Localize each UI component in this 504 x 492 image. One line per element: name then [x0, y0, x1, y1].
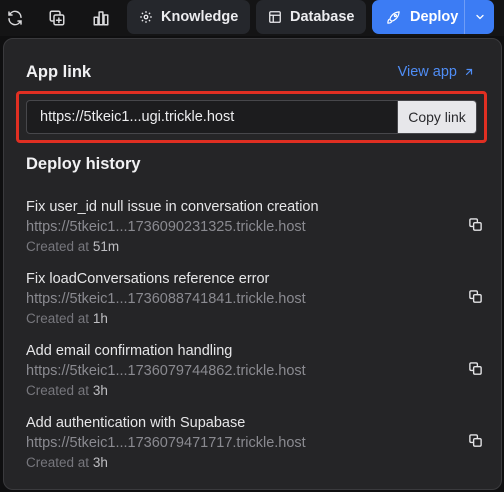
- deploy-url[interactable]: https://5tkeic1...1736090231325.trickle.…: [26, 219, 306, 235]
- top-toolbar: Knowledge Database Deploy: [0, 0, 504, 36]
- knowledge-label: Knowledge: [161, 9, 239, 25]
- view-app-label: View app: [397, 64, 457, 80]
- deploy-time: Created at 1h: [26, 311, 108, 326]
- analytics-icon[interactable]: [86, 3, 116, 33]
- refresh-icon[interactable]: [0, 3, 30, 33]
- add-copy-icon[interactable]: [42, 3, 72, 33]
- deploy-panel: App link View app https://5tkeic1...ugi.…: [3, 38, 502, 490]
- copy-icon[interactable]: [466, 287, 484, 305]
- deploy-title: Add email confirmation handling: [26, 343, 233, 359]
- copy-link-button[interactable]: Copy link: [397, 101, 476, 133]
- deploy-title: Fix user_id null issue in conversation c…: [26, 199, 319, 215]
- deploy-history-item: Fix user_id null issue in conversation c…: [26, 199, 486, 263]
- app-link-field[interactable]: https://5tkeic1...ugi.trickle.host Copy …: [26, 100, 477, 134]
- copy-icon[interactable]: [466, 431, 484, 449]
- deploy-title: Add authentication with Supabase: [26, 415, 246, 431]
- knowledge-button[interactable]: Knowledge: [127, 0, 251, 34]
- deploy-title: Fix loadConversations reference error: [26, 271, 270, 287]
- database-button[interactable]: Database: [256, 0, 367, 34]
- deploy-history-item: Fix loadConversations reference error ht…: [26, 271, 486, 335]
- deploy-history-item: Add email confirmation handling https://…: [26, 343, 486, 407]
- deploy-history-item: Add authentication with Supabase https:/…: [26, 415, 486, 479]
- external-arrow-icon: [463, 66, 475, 78]
- deploy-url[interactable]: https://5tkeic1...1736088741841.trickle.…: [26, 291, 306, 307]
- deploy-time: Created at 3h: [26, 383, 108, 398]
- deploy-button[interactable]: Deploy: [372, 0, 494, 34]
- deploy-url[interactable]: https://5tkeic1...1736079471717.trickle.…: [26, 435, 306, 451]
- view-app-link[interactable]: View app: [398, 64, 475, 80]
- deploy-main-action[interactable]: Deploy: [372, 0, 464, 34]
- database-label: Database: [290, 9, 355, 25]
- rocket-icon: [386, 10, 401, 25]
- deploy-time: Created at 51m: [26, 239, 120, 254]
- app-link-heading: App link: [26, 63, 92, 81]
- deploy-history-heading: Deploy history: [26, 155, 141, 173]
- deploy-time: Created at 3h: [26, 455, 108, 470]
- chevron-down-icon[interactable]: [465, 0, 494, 34]
- app-url[interactable]: https://5tkeic1...ugi.trickle.host: [27, 101, 397, 133]
- gear-icon: [139, 10, 153, 24]
- copy-icon[interactable]: [466, 215, 484, 233]
- deploy-url[interactable]: https://5tkeic1...1736079744862.trickle.…: [26, 363, 306, 379]
- deploy-label: Deploy: [410, 9, 459, 25]
- table-icon: [268, 10, 282, 24]
- copy-icon[interactable]: [466, 359, 484, 377]
